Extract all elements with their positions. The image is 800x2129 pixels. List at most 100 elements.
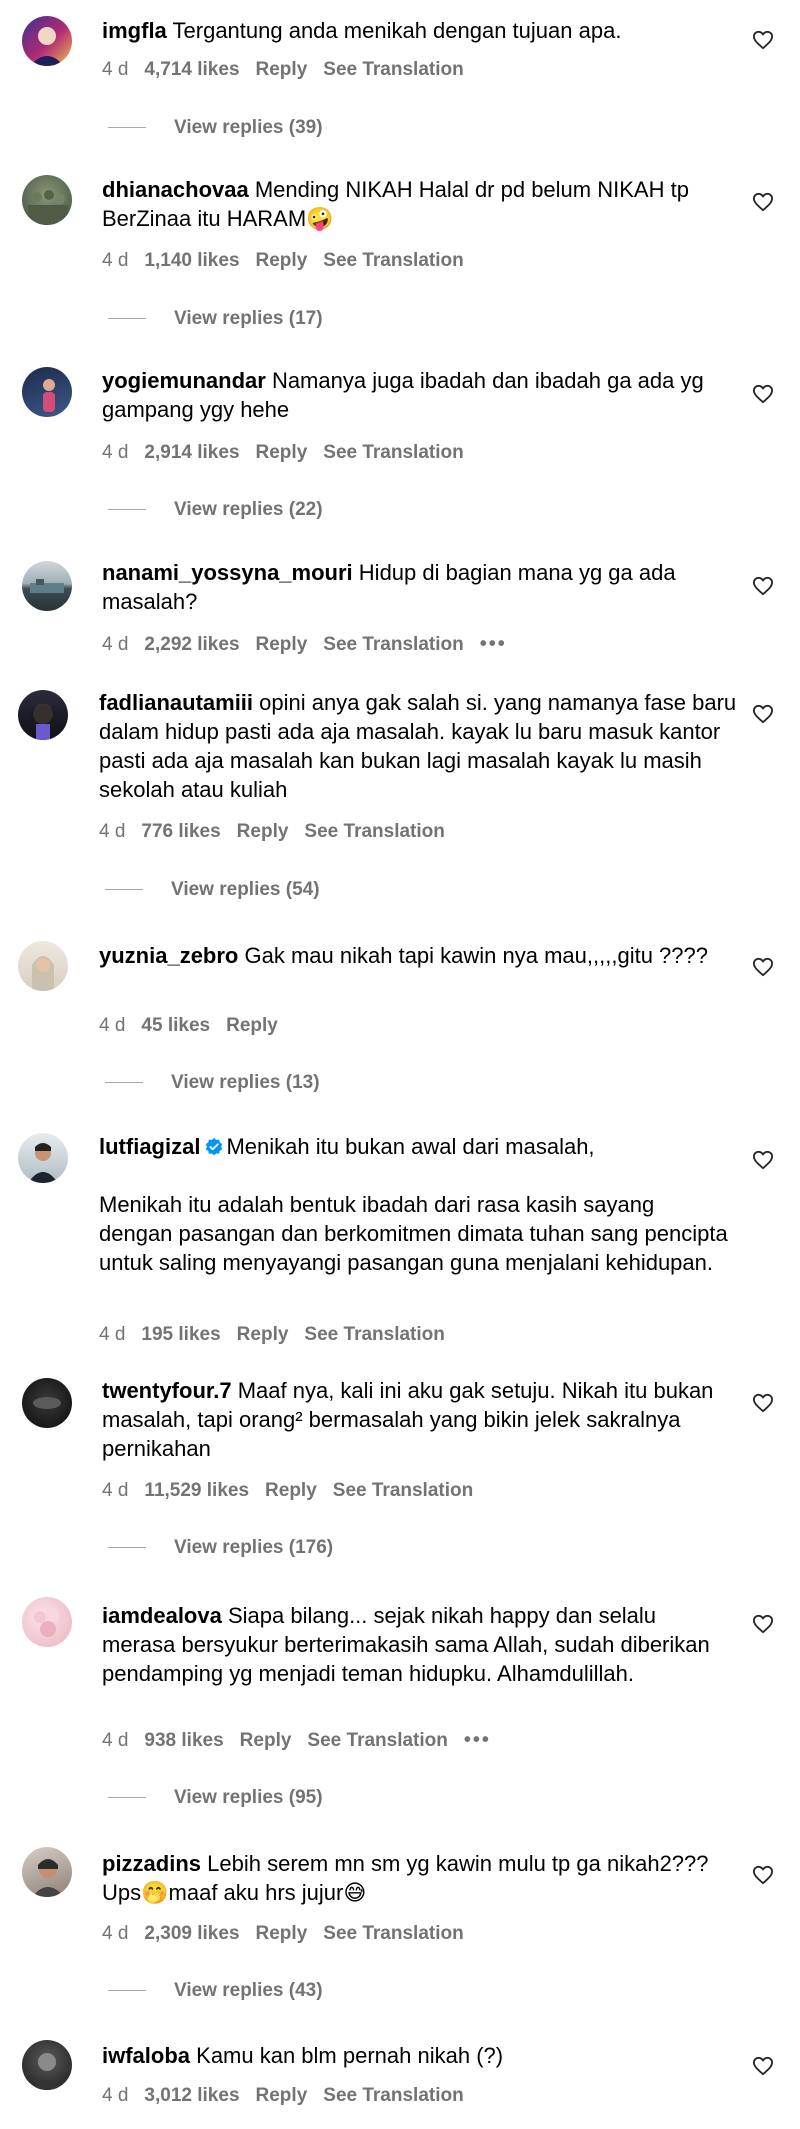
- comment-body: nanami_yossyna_mouri Hidup di bagian man…: [102, 558, 732, 616]
- comment-username[interactable]: imgfla: [102, 18, 167, 43]
- see-translation-button[interactable]: See Translation: [323, 442, 463, 463]
- comment-time: 4 d: [102, 1923, 129, 1944]
- see-translation-button[interactable]: See Translation: [323, 2085, 463, 2106]
- likes-count[interactable]: 2,292 likes: [144, 634, 239, 655]
- comment-username[interactable]: nanami_yossyna_mouri: [102, 560, 353, 585]
- reply-button[interactable]: Reply: [256, 59, 308, 80]
- reply-button[interactable]: Reply: [256, 2085, 308, 2106]
- user-photo-icon: [30, 579, 64, 593]
- avatar[interactable]: [18, 1133, 68, 1183]
- reply-button[interactable]: Reply: [226, 1015, 278, 1036]
- view-replies-label: View replies (17): [174, 308, 323, 329]
- comment-username[interactable]: yuznia_zebro: [99, 943, 238, 968]
- likes-count[interactable]: 938 likes: [144, 1730, 223, 1751]
- comment-meta: 4 d 3,012 likes Reply See Translation: [102, 2084, 480, 2108]
- avatar[interactable]: [22, 175, 72, 225]
- avatar[interactable]: [22, 1378, 72, 1428]
- view-replies-label: View replies (22): [174, 499, 323, 520]
- avatar[interactable]: [22, 16, 72, 66]
- comment-username[interactable]: lutfiagizal: [99, 1134, 200, 1159]
- likes-count[interactable]: 11,529 likes: [144, 1480, 249, 1501]
- comment-username[interactable]: iamdealova: [102, 1603, 222, 1628]
- avatar[interactable]: [22, 561, 72, 611]
- see-translation-button[interactable]: See Translation: [307, 1730, 447, 1751]
- see-translation-button[interactable]: See Translation: [304, 821, 444, 842]
- see-translation-button[interactable]: See Translation: [323, 1923, 463, 1944]
- heart-icon[interactable]: [752, 1614, 774, 1634]
- comment-time: 4 d: [99, 821, 126, 842]
- reply-button[interactable]: Reply: [256, 442, 308, 463]
- avatar[interactable]: [22, 2040, 72, 2090]
- more-options-icon[interactable]: •••: [480, 633, 507, 655]
- heart-icon[interactable]: [752, 957, 774, 977]
- reply-button[interactable]: Reply: [256, 1923, 308, 1944]
- view-replies-button[interactable]: View replies (17): [108, 307, 323, 331]
- comment-username[interactable]: yogiemunandar: [102, 368, 266, 393]
- heart-icon[interactable]: [752, 704, 774, 724]
- heart-icon[interactable]: [752, 384, 774, 404]
- reply-button[interactable]: Reply: [265, 1480, 317, 1501]
- likes-count[interactable]: 4,714 likes: [144, 59, 239, 80]
- comment-time: 4 d: [102, 1730, 129, 1751]
- view-replies-button[interactable]: View replies (54): [105, 878, 320, 902]
- view-replies-button[interactable]: View replies (95): [108, 1786, 323, 1810]
- user-photo-icon: [32, 2053, 62, 2090]
- comment-body: dhianachovaa Mending NIKAH Halal dr pd b…: [102, 175, 732, 233]
- more-options-icon[interactable]: •••: [464, 1729, 491, 1751]
- heart-icon[interactable]: [752, 1150, 774, 1170]
- see-translation-button[interactable]: See Translation: [333, 1480, 473, 1501]
- user-photo-icon: [32, 956, 54, 991]
- likes-count[interactable]: 3,012 likes: [144, 2085, 239, 2106]
- view-replies-button[interactable]: View replies (39): [108, 116, 323, 140]
- heart-icon[interactable]: [752, 2056, 774, 2076]
- reply-button[interactable]: Reply: [256, 634, 308, 655]
- avatar[interactable]: [18, 941, 68, 991]
- likes-count[interactable]: 1,140 likes: [144, 250, 239, 271]
- comment-username[interactable]: iwfaloba: [102, 2043, 190, 2068]
- view-replies-label: View replies (95): [174, 1787, 323, 1808]
- comment-body: fadlianautamiii opini anya gak salah si.…: [99, 688, 739, 804]
- likes-count[interactable]: 2,914 likes: [144, 442, 239, 463]
- comment-username[interactable]: dhianachovaa: [102, 177, 249, 202]
- view-replies-button[interactable]: View replies (43): [108, 1979, 323, 2003]
- see-translation-button[interactable]: See Translation: [323, 634, 463, 655]
- avatar[interactable]: [18, 690, 68, 740]
- reply-button[interactable]: Reply: [237, 1324, 289, 1345]
- heart-icon[interactable]: [752, 1393, 774, 1413]
- likes-count[interactable]: 45 likes: [141, 1015, 210, 1036]
- reply-button[interactable]: Reply: [256, 250, 308, 271]
- comment-username[interactable]: twentyfour.7: [102, 1378, 232, 1403]
- comment-username[interactable]: fadlianautamiii: [99, 690, 253, 715]
- comment-time: 4 d: [102, 442, 129, 463]
- view-replies-button[interactable]: View replies (176): [108, 1536, 333, 1560]
- view-replies-button[interactable]: View replies (13): [105, 1071, 320, 1095]
- comment-meta: 4 d 11,529 likes Reply See Translation: [102, 1479, 489, 1503]
- heart-icon[interactable]: [752, 30, 774, 50]
- view-replies-label: View replies (13): [171, 1072, 320, 1093]
- heart-icon[interactable]: [752, 1865, 774, 1885]
- reply-button[interactable]: Reply: [237, 821, 289, 842]
- avatar[interactable]: [22, 1847, 72, 1897]
- view-replies-button[interactable]: View replies (22): [108, 498, 323, 522]
- comment-time: 4 d: [99, 1015, 126, 1036]
- verified-badge-icon: [206, 1138, 223, 1156]
- likes-count[interactable]: 2,309 likes: [144, 1923, 239, 1944]
- likes-count[interactable]: 195 likes: [141, 1324, 220, 1345]
- reply-button[interactable]: Reply: [240, 1730, 292, 1751]
- comment-text: Kamu kan blm pernah nikah (?): [196, 2043, 504, 2068]
- comment-time: 4 d: [102, 2085, 129, 2106]
- heart-icon[interactable]: [752, 576, 774, 596]
- comment-username[interactable]: pizzadins: [102, 1851, 201, 1876]
- replies-divider: [108, 509, 146, 511]
- comment-body: iamdealova Siapa bilang... sejak nikah h…: [102, 1601, 732, 1688]
- see-translation-button[interactable]: See Translation: [323, 59, 463, 80]
- see-translation-button[interactable]: See Translation: [323, 250, 463, 271]
- avatar[interactable]: [22, 1597, 72, 1647]
- avatar[interactable]: [22, 367, 72, 417]
- comment-text: Tergantung anda menikah dengan tujuan ap…: [172, 18, 622, 43]
- heart-icon[interactable]: [752, 192, 774, 212]
- see-translation-button[interactable]: See Translation: [304, 1324, 444, 1345]
- replies-divider: [108, 1797, 146, 1799]
- comment-body: pizzadins Lebih serem mn sm yg kawin mul…: [102, 1849, 732, 1907]
- likes-count[interactable]: 776 likes: [141, 821, 220, 842]
